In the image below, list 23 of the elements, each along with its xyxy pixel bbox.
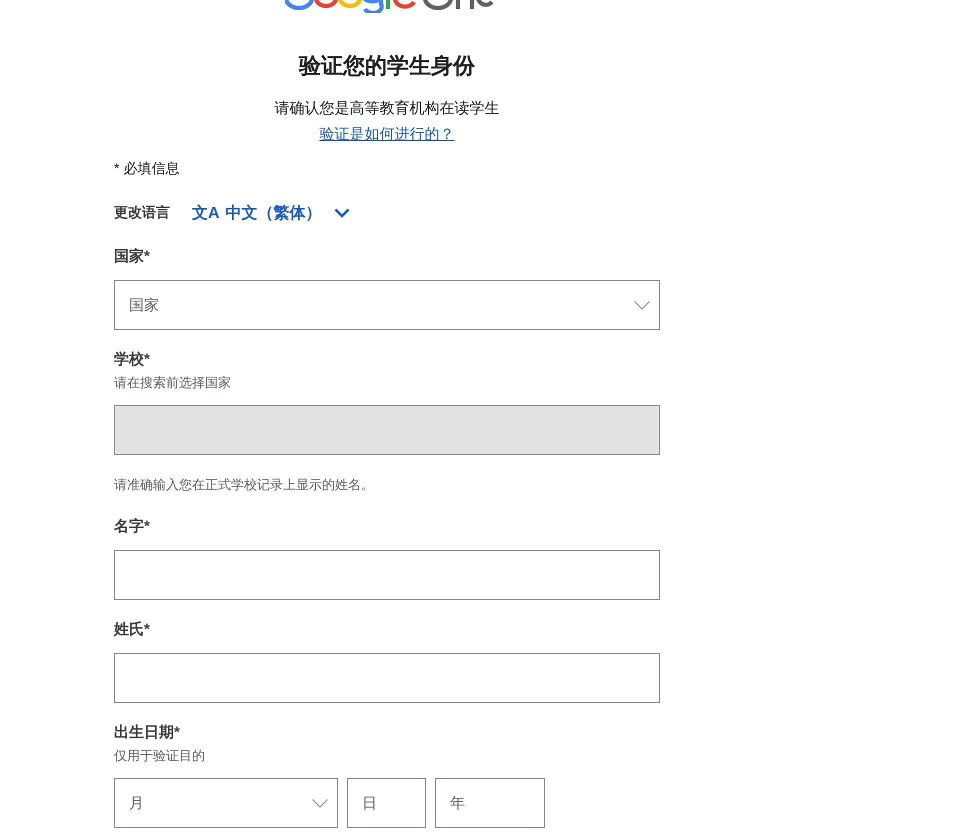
subtitle-text: 请确认您是高等教育机构在读学生 [274,99,500,119]
field-label: 出生日期* [114,723,181,743]
chevron-down-icon [334,208,350,218]
field-label: 名字* [114,517,151,537]
chevron-down-icon [634,300,650,310]
field-hint: 请在搜索前选择国家 [114,374,232,392]
language-button[interactable]: 文A 中文（繁体） [192,202,350,224]
language-label: 更改语言 [114,204,170,222]
chevron-down-icon [312,798,328,808]
page-title: 验证您的学生身份 [299,52,475,80]
help-link[interactable]: 验证是如何进行的？ [320,124,454,146]
input-field[interactable] [114,550,660,600]
input-field[interactable] [114,653,660,703]
input-field[interactable]: 年 [435,778,545,828]
field-label: 国家* [114,247,151,267]
field-label: 学校* [114,350,151,370]
field-hint: 仅用于验证目的 [114,747,206,765]
dropdown-field[interactable]: 月 [114,778,338,828]
name-note: 请准确输入您在正式学校记录上显示的姓名。 [114,476,375,494]
field-label: 姓氏* [114,620,151,640]
dropdown-field[interactable]: 国家 [114,280,660,330]
input-field[interactable]: 日 [347,778,426,828]
required-note: * 必填信息 [114,159,180,178]
